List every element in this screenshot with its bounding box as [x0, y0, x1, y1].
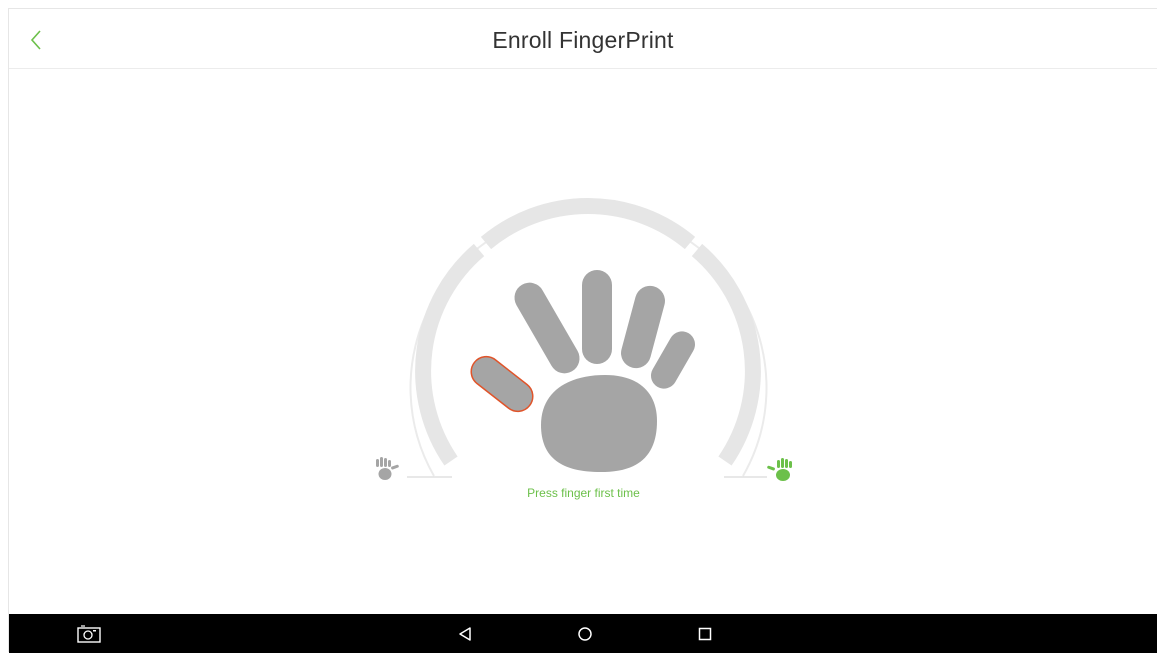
page-title: Enroll FingerPrint — [492, 27, 674, 53]
finger-middle[interactable] — [582, 270, 612, 364]
enroll-hand-figure — [376, 197, 792, 481]
progress-segment-top — [480, 197, 696, 250]
progress-segment-right — [691, 243, 761, 466]
hand-diagram — [465, 270, 695, 473]
screenshot-icon — [77, 625, 101, 643]
recents-square-icon — [698, 627, 712, 641]
finger-thumb-selected[interactable] — [465, 351, 539, 418]
system-navigation-bar — [9, 614, 1157, 653]
nav-home-button[interactable] — [573, 623, 597, 645]
enroll-status-text: Press finger first time — [527, 486, 640, 500]
title-bar: Enroll FingerPrint — [9, 9, 1157, 69]
finger-index[interactable] — [509, 277, 585, 379]
nav-back-button[interactable] — [453, 623, 477, 645]
right-hand-icon[interactable] — [767, 458, 792, 481]
enroll-content: Press finger first time — [9, 69, 1157, 614]
progress-segment-left — [415, 243, 485, 466]
palm — [541, 375, 657, 473]
enroll-fingerprint-screen: Enroll FingerPrint Press finger first ti… — [8, 8, 1157, 653]
left-hand-icon[interactable] — [376, 457, 399, 480]
screenshot-button[interactable] — [77, 623, 101, 645]
nav-recents-button[interactable] — [693, 623, 717, 645]
home-circle-icon — [578, 627, 592, 641]
back-triangle-icon — [459, 627, 471, 641]
